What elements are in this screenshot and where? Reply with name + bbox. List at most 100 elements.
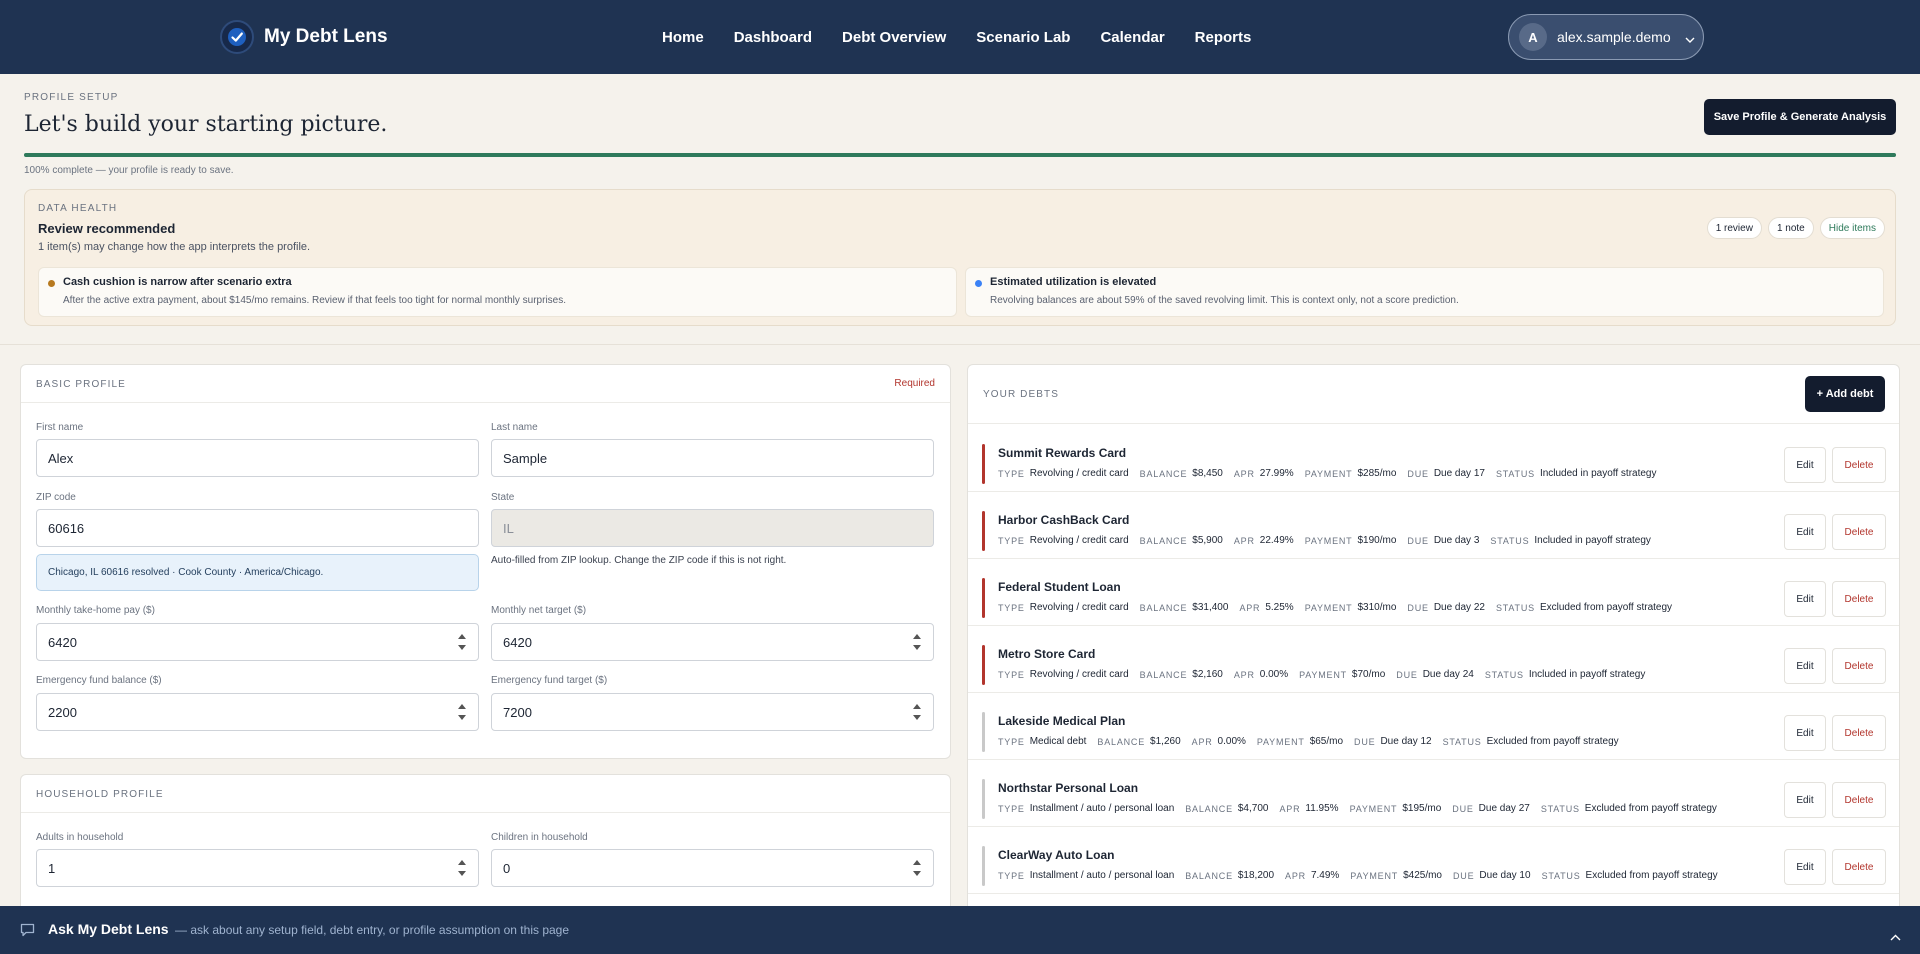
adults-input[interactable]: 1 xyxy=(36,849,479,887)
take-home-input[interactable]: 6420 xyxy=(36,623,479,661)
debt-type-key: TYPE xyxy=(998,737,1025,747)
debt-row: Harbor CashBack Card TYPE Revolving / cred… xyxy=(968,492,1899,559)
delete-debt-button[interactable]: Delete xyxy=(1832,715,1886,751)
assistant-bar[interactable]: Ask My Debt Lens — ask about any setup f… xyxy=(0,906,1920,954)
stepper-icon[interactable] xyxy=(457,860,467,876)
data-health-pills: 1 review 1 note Hide items xyxy=(1706,217,1885,239)
edit-debt-button[interactable]: Edit xyxy=(1784,782,1826,818)
nav-calendar[interactable]: Calendar xyxy=(1100,29,1164,46)
first-name-label: First name xyxy=(36,422,84,433)
nav-debt-overview[interactable]: Debt Overview xyxy=(842,29,946,46)
ef-target-input[interactable]: 7200 xyxy=(491,693,934,731)
edit-debt-button[interactable]: Edit xyxy=(1784,648,1826,684)
review-count-pill[interactable]: 1 review xyxy=(1706,217,1762,239)
debt-payment-value: $70/mo xyxy=(1351,669,1386,680)
hide-items-button[interactable]: Hide items xyxy=(1819,217,1885,239)
panel-header xyxy=(968,365,1899,424)
debt-due-value: Due day 27 xyxy=(1478,803,1530,814)
debt-type-value: Installment / auto / personal loan xyxy=(1029,870,1175,881)
debt-meta: TYPE Revolving / credit card BALANCE $5,900… xyxy=(998,535,1662,546)
debt-due-key: DUE xyxy=(1407,603,1429,613)
debt-status-value: Included in payoff strategy xyxy=(1528,669,1646,680)
required-badge: Required xyxy=(894,378,935,389)
nav-dashboard[interactable]: Dashboard xyxy=(734,29,812,46)
nav-reports[interactable]: Reports xyxy=(1195,29,1252,46)
edit-debt-button[interactable]: Edit xyxy=(1784,715,1826,751)
debt-balance-key: BALANCE xyxy=(1185,804,1233,814)
net-target-value: 6420 xyxy=(503,634,532,650)
debt-due-key: DUE xyxy=(1452,804,1474,814)
debt-status-key: STATUS xyxy=(1495,469,1535,479)
warning-dot-icon xyxy=(48,280,55,287)
user-menu-button[interactable]: A alex.sample.demo xyxy=(1508,14,1704,60)
stepper-icon[interactable] xyxy=(912,704,922,720)
delete-debt-button[interactable]: Delete xyxy=(1832,849,1886,885)
debt-balance-key: BALANCE xyxy=(1185,871,1233,881)
first-name-input[interactable]: Alex xyxy=(36,439,479,477)
debt-due-key: DUE xyxy=(1407,536,1429,546)
debt-payment-key: PAYMENT xyxy=(1304,536,1353,546)
stepper-icon[interactable] xyxy=(912,860,922,876)
info-dot-icon xyxy=(975,280,982,287)
delete-debt-button[interactable]: Delete xyxy=(1832,581,1886,617)
debt-type-value: Installment / auto / personal loan xyxy=(1029,803,1175,814)
zip-input[interactable]: 60616 xyxy=(36,509,479,547)
ef-balance-input[interactable]: 2200 xyxy=(36,693,479,731)
debt-row: Lakeside Medical Plan TYPE Medical debt BAL… xyxy=(968,693,1899,760)
debt-status-value: Included in payoff strategy xyxy=(1539,468,1657,479)
debt-balance-key: BALANCE xyxy=(1139,603,1188,613)
delete-debt-button[interactable]: Delete xyxy=(1832,648,1886,684)
debt-payment-key: PAYMENT xyxy=(1256,737,1305,747)
nav-home[interactable]: Home xyxy=(662,29,704,46)
debt-meta: TYPE Installment / auto / personal loan BA… xyxy=(998,870,1729,881)
save-profile-button[interactable]: Save Profile & Generate Analysis xyxy=(1704,99,1896,135)
nav-scenario-lab[interactable]: Scenario Lab xyxy=(976,29,1070,46)
debt-due-value: Due day 3 xyxy=(1433,535,1480,546)
chevron-up-icon[interactable] xyxy=(1890,926,1901,945)
chat-icon xyxy=(20,922,35,941)
note-count-pill[interactable]: 1 note xyxy=(1767,217,1814,239)
debt-balance-key: BALANCE xyxy=(1139,469,1188,479)
zip-label: ZIP code xyxy=(36,492,76,503)
edit-debt-button[interactable]: Edit xyxy=(1784,849,1826,885)
children-input[interactable]: 0 xyxy=(491,849,934,887)
debts-label: YOUR DEBTS xyxy=(983,389,1060,400)
add-debt-button[interactable]: + Add debt xyxy=(1805,376,1885,412)
health-item-cash-cushion: Cash cushion is narrow after scenario ex… xyxy=(38,267,957,317)
edit-debt-button[interactable]: Edit xyxy=(1784,447,1826,483)
stepper-icon[interactable] xyxy=(457,704,467,720)
chevron-down-icon xyxy=(1685,28,1695,47)
basic-profile-label: BASIC PROFILE xyxy=(36,379,126,390)
last-name-input[interactable]: Sample xyxy=(491,439,934,477)
debt-row: Northstar Personal Loan TYPE Installment /… xyxy=(968,760,1899,827)
debt-type-key: TYPE xyxy=(998,469,1025,479)
debt-row: Summit Rewards Card TYPE Revolving / credi… xyxy=(968,425,1899,492)
debt-balance-value: $5,900 xyxy=(1192,535,1223,546)
debt-payment-key: PAYMENT xyxy=(1304,603,1353,613)
delete-debt-button[interactable]: Delete xyxy=(1832,782,1886,818)
debt-type-value: Medical debt xyxy=(1029,736,1087,747)
delete-debt-button[interactable]: Delete xyxy=(1832,514,1886,550)
stepper-icon[interactable] xyxy=(912,634,922,650)
debt-type-key: TYPE xyxy=(998,670,1025,680)
data-health-panel: DATA HEALTH Review recommended 1 item(s)… xyxy=(24,189,1896,326)
brand[interactable]: My Debt Lens xyxy=(220,20,388,54)
debt-payment-key: PAYMENT xyxy=(1299,670,1347,680)
debt-payment-value: $190/mo xyxy=(1357,535,1397,546)
progress-fill xyxy=(24,153,1896,157)
debt-payment-value: $285/mo xyxy=(1357,468,1397,479)
panel-header xyxy=(21,365,950,403)
children-value: 0 xyxy=(503,860,511,876)
debt-due-key: DUE xyxy=(1453,871,1475,881)
net-target-input[interactable]: 6420 xyxy=(491,623,934,661)
debt-status-key: STATUS xyxy=(1540,804,1580,814)
delete-debt-button[interactable]: Delete xyxy=(1832,447,1886,483)
data-health-subtitle: 1 item(s) may change how the app interpr… xyxy=(38,241,311,253)
edit-debt-button[interactable]: Edit xyxy=(1784,514,1826,550)
debt-name: Northstar Personal Loan xyxy=(998,781,1139,795)
debt-type-value: Revolving / credit card xyxy=(1029,468,1129,479)
stepper-icon[interactable] xyxy=(457,634,467,650)
health-item-utilization: Estimated utilization is elevated Revolv… xyxy=(965,267,1884,317)
children-label: Children in household xyxy=(491,832,588,843)
edit-debt-button[interactable]: Edit xyxy=(1784,581,1826,617)
